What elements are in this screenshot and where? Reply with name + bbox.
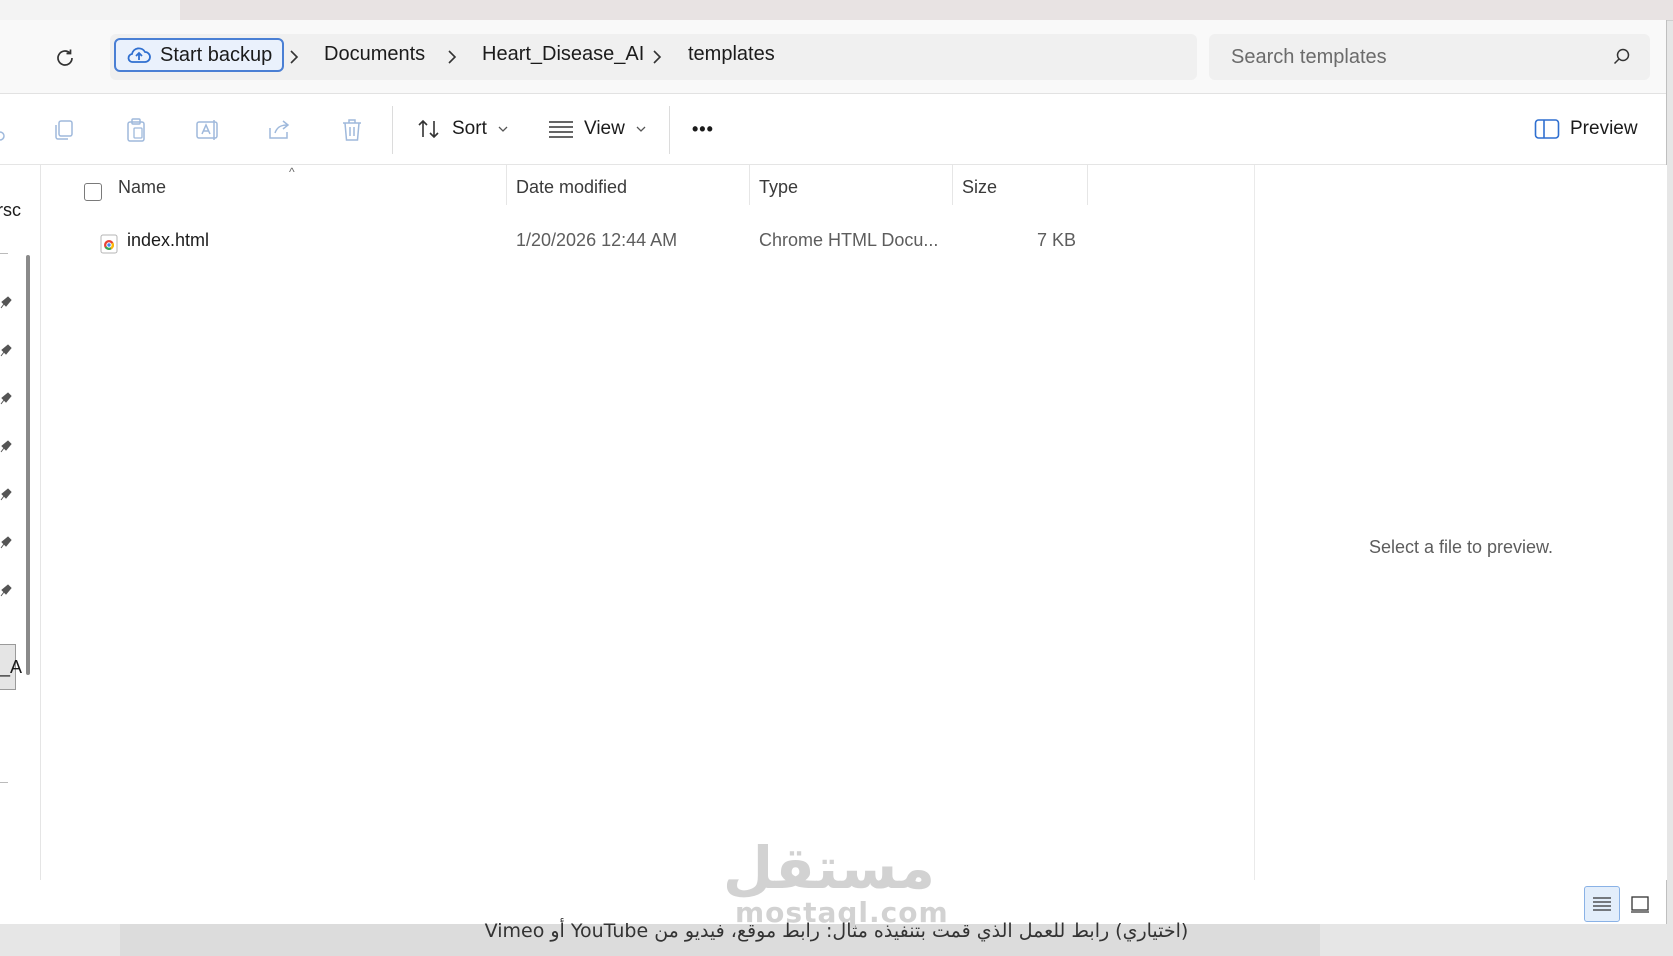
tab-strip [0, 0, 1673, 21]
preview-pane: Select a file to preview. [1254, 165, 1667, 880]
more-icon: ••• [692, 118, 714, 139]
column-divider[interactable] [952, 165, 953, 205]
pin-icon [0, 584, 12, 597]
search-placeholder: Search templates [1231, 46, 1387, 68]
navigation-pane: rsc _A [0, 165, 41, 880]
tiles-view-button[interactable] [1622, 886, 1658, 922]
preview-message: Select a file to preview. [1368, 537, 1554, 557]
preview-pane-button[interactable]: Preview [1534, 112, 1638, 146]
pin-icon [0, 296, 12, 309]
nav-divider [0, 253, 8, 254]
background-caption: (اختياري) رابط للعمل الذي قمت بتنفيذه مث… [484, 920, 1189, 942]
share-icon [269, 120, 290, 139]
column-header-date[interactable]: Date modified [516, 177, 627, 198]
file-date: 1/20/2026 12:44 AM [516, 230, 678, 250]
chevron-down-icon [498, 126, 508, 132]
search-input[interactable]: Search templates [1209, 34, 1650, 80]
start-backup-button[interactable]: Start backup [114, 38, 285, 72]
view-list-icon [549, 121, 573, 138]
refresh-button[interactable] [50, 43, 80, 73]
pin-icon [0, 440, 12, 453]
column-header-size[interactable]: Size [962, 177, 997, 198]
breadcrumb-heart-disease-ai[interactable]: Heart_Disease_AI [482, 43, 644, 66]
cloud-upload-icon [127, 47, 151, 63]
preview-pane-icon [1534, 119, 1560, 139]
chrome-html-file-icon [100, 234, 118, 254]
column-divider[interactable] [506, 165, 507, 205]
rename-icon [196, 120, 218, 140]
select-all-checkbox[interactable] [84, 183, 102, 201]
copy-button[interactable] [50, 116, 78, 144]
nav-item-selected-label: _A [0, 657, 23, 677]
start-backup-label: Start backup [160, 43, 273, 66]
paste-button[interactable] [122, 116, 150, 144]
pin-icon [0, 392, 12, 405]
column-header-name[interactable]: Name [118, 177, 166, 198]
column-divider[interactable] [749, 165, 750, 205]
nav-item-selected[interactable]: _A [0, 644, 22, 690]
paste-icon [127, 118, 145, 142]
file-explorer-window: Start backup Documents Heart_Disease_AI … [0, 20, 1667, 924]
file-name: index.html [127, 230, 210, 250]
command-bar: Sort View ••• Preview [0, 94, 1666, 165]
file-list: ^ Name Date modified Type Size index.htm… [44, 165, 1254, 880]
pin-icon [0, 536, 12, 549]
tab-active[interactable] [0, 0, 180, 20]
status-bar [0, 880, 1666, 924]
table-row[interactable]: index.html 1/20/2026 12:44 AM Chrome HTM… [44, 225, 1094, 259]
address-bar: Start backup Documents Heart_Disease_AI … [0, 20, 1666, 94]
details-view-icon [1593, 897, 1611, 911]
file-size: 7 KB [1036, 230, 1076, 250]
tab-next[interactable] [180, 0, 1673, 21]
details-view-button[interactable] [1584, 886, 1620, 922]
preview-label: Preview [1570, 118, 1638, 139]
search-icon[interactable] [1612, 47, 1632, 67]
chevron-right-icon [448, 50, 457, 64]
sort-icon [418, 119, 439, 139]
column-divider[interactable] [1087, 165, 1088, 205]
view-button[interactable]: View [548, 112, 647, 146]
rename-button[interactable] [194, 116, 222, 144]
trash-icon [343, 119, 361, 141]
nav-scrollbar[interactable] [26, 255, 30, 675]
sort-label: Sort [452, 118, 487, 139]
chevron-right-icon [653, 50, 662, 64]
share-button[interactable] [266, 116, 294, 144]
tiles-view-icon [1631, 896, 1649, 913]
cut-icon [0, 131, 5, 141]
breadcrumb-documents[interactable]: Documents [324, 43, 425, 66]
pin-icon [0, 488, 12, 501]
breadcrumb[interactable]: Start backup Documents Heart_Disease_AI … [110, 34, 1197, 80]
toolbar-divider [392, 106, 393, 154]
file-type: Chrome HTML Docu... [759, 230, 939, 250]
view-label: View [584, 118, 625, 139]
breadcrumb-templates[interactable]: templates [688, 43, 775, 66]
nav-divider [0, 782, 8, 783]
copy-icon [55, 120, 73, 140]
toolbar-divider [669, 106, 670, 154]
more-options-button[interactable]: ••• [692, 112, 714, 146]
delete-button[interactable] [338, 116, 366, 144]
pin-icon [0, 344, 12, 357]
chevron-right-icon [290, 50, 299, 64]
cut-button[interactable] [0, 116, 18, 144]
nav-item-partial[interactable]: rsc [0, 200, 21, 221]
column-header-type[interactable]: Type [759, 177, 798, 198]
chevron-down-icon [636, 126, 646, 132]
refresh-icon [57, 49, 73, 66]
sort-ascending-icon: ^ [289, 165, 295, 179]
sort-button[interactable]: Sort [416, 112, 509, 146]
